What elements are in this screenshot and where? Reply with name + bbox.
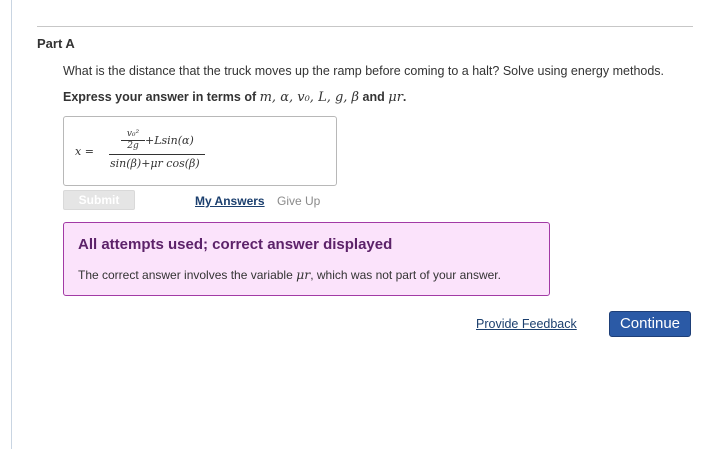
- answer-denominator: sin(β)+μr cos(β): [110, 157, 200, 170]
- answer-display-box: x = v₀² 2g +Lsin(α) sin(β)+μr cos(β): [63, 116, 337, 186]
- my-answers-link[interactable]: My Answers: [195, 194, 265, 208]
- left-border-line: [11, 0, 12, 449]
- feedback-message: The correct answer involves the variable…: [78, 267, 501, 282]
- numerator-tail: +Lsin(α): [145, 134, 194, 147]
- instruction-prefix: Express your answer in terms of: [63, 90, 260, 104]
- feedback-box: All attempts used; correct answer displa…: [63, 222, 550, 296]
- instruction-conjunction: and: [359, 90, 389, 104]
- feedback-text-after: , which was not part of your answer.: [310, 268, 501, 282]
- answer-fraction: v₀² 2g +Lsin(α) sin(β)+μr cos(β): [109, 129, 205, 170]
- instruction-variables: m, α, v₀, L, g, β: [259, 90, 360, 105]
- instruction-last-variable: μr: [388, 90, 403, 105]
- part-title: Part A: [37, 36, 75, 51]
- feedback-text-before: The correct answer involves the variable: [78, 268, 297, 282]
- answer-instruction: Express your answer in terms of m, α, v₀…: [63, 90, 406, 105]
- inner-numerator: v₀²: [126, 129, 140, 139]
- inner-fraction: v₀² 2g: [119, 129, 147, 152]
- give-up-link[interactable]: Give Up: [277, 194, 320, 208]
- question-text: What is the distance that the truck move…: [63, 64, 665, 78]
- provide-feedback-link[interactable]: Provide Feedback: [476, 317, 577, 331]
- answer-numerator: v₀² 2g +Lsin(α): [109, 129, 205, 153]
- instruction-suffix: .: [402, 90, 407, 104]
- inner-denominator: 2g: [127, 141, 139, 151]
- feedback-title: All attempts used; correct answer displa…: [78, 236, 393, 253]
- feedback-variable: μr: [296, 267, 311, 282]
- section-divider: [37, 26, 693, 27]
- answer-variable: x =: [75, 145, 94, 158]
- continue-button[interactable]: Continue: [609, 311, 691, 337]
- submit-button[interactable]: Submit: [63, 190, 135, 210]
